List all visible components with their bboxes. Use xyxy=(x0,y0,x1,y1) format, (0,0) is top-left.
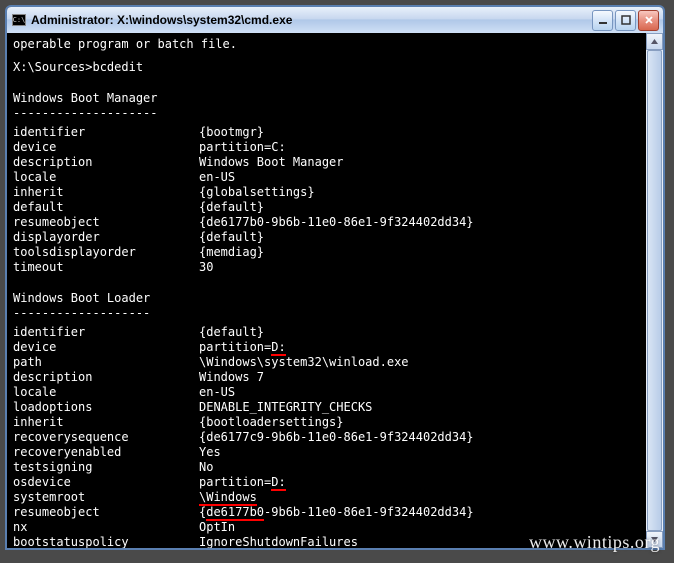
window-title: Administrator: X:\windows\system32\cmd.e… xyxy=(31,13,592,27)
output-kv-row: displayorder{default} xyxy=(13,230,657,245)
output-kv-row: devicepartition=D: xyxy=(13,340,657,355)
cmd-window: C:\ Administrator: X:\windows\system32\c… xyxy=(5,5,665,550)
terminal-output[interactable]: operable program or batch file. X:\Sourc… xyxy=(7,33,663,548)
output-kv-row: identifier{default} xyxy=(13,325,657,340)
output-kv-row: inherit{globalsettings} xyxy=(13,185,657,200)
output-kv-row: devicepartition=C: xyxy=(13,140,657,155)
prompt-line: X:\Sources>bcdedit xyxy=(13,60,657,75)
output-kv-row: descriptionWindows 7 xyxy=(13,370,657,385)
output-kv-row: nxOptIn xyxy=(13,520,657,535)
output-kv-row: timeout30 xyxy=(13,260,657,275)
minimize-button[interactable] xyxy=(592,10,613,31)
scrollbar-vertical[interactable] xyxy=(646,33,663,548)
output-kv-row: descriptionWindows Boot Manager xyxy=(13,155,657,170)
output-kv-row: localeen-US xyxy=(13,385,657,400)
section-header-boot-manager: Windows Boot Manager xyxy=(13,91,657,106)
output-line: operable program or batch file. xyxy=(13,37,657,52)
output-kv-row: identifier{bootmgr} xyxy=(13,125,657,140)
output-kv-row: systemroot\Windows xyxy=(13,490,657,505)
section-header-boot-loader: Windows Boot Loader xyxy=(13,291,657,306)
cmd-icon: C:\ xyxy=(11,12,27,28)
titlebar[interactable]: C:\ Administrator: X:\windows\system32\c… xyxy=(7,7,663,33)
output-kv-row: default{default} xyxy=(13,200,657,215)
maximize-button[interactable] xyxy=(615,10,636,31)
output-kv-row: loadoptionsDENABLE_INTEGRITY_CHECKS xyxy=(13,400,657,415)
output-kv-row: resumeobject{de6177b0-9b6b-11e0-86e1-9f3… xyxy=(13,505,657,520)
output-kv-row: recoveryenabledYes xyxy=(13,445,657,460)
window-controls xyxy=(592,10,659,31)
section-underline: ------------------- xyxy=(13,306,657,321)
output-kv-row: inherit{bootloadersettings} xyxy=(13,415,657,430)
output-kv-row: recoverysequence{de6177c9-9b6b-11e0-86e1… xyxy=(13,430,657,445)
output-kv-row: path\Windows\system32\winload.exe xyxy=(13,355,657,370)
output-kv-row: osdevicepartition=D: xyxy=(13,475,657,490)
scroll-thumb[interactable] xyxy=(647,50,662,531)
scroll-track[interactable] xyxy=(646,50,663,531)
output-kv-row: localeen-US xyxy=(13,170,657,185)
scroll-down-button[interactable] xyxy=(646,531,663,548)
output-kv-row: toolsdisplayorder{memdiag} xyxy=(13,245,657,260)
output-kv-row: resumeobject{de6177b0-9b6b-11e0-86e1-9f3… xyxy=(13,215,657,230)
section-underline: -------------------- xyxy=(13,106,657,121)
output-kv-row: testsigningNo xyxy=(13,460,657,475)
scroll-up-button[interactable] xyxy=(646,33,663,50)
output-kv-row: bootstatuspolicyIgnoreShutdownFailures xyxy=(13,535,657,548)
close-button[interactable] xyxy=(638,10,659,31)
